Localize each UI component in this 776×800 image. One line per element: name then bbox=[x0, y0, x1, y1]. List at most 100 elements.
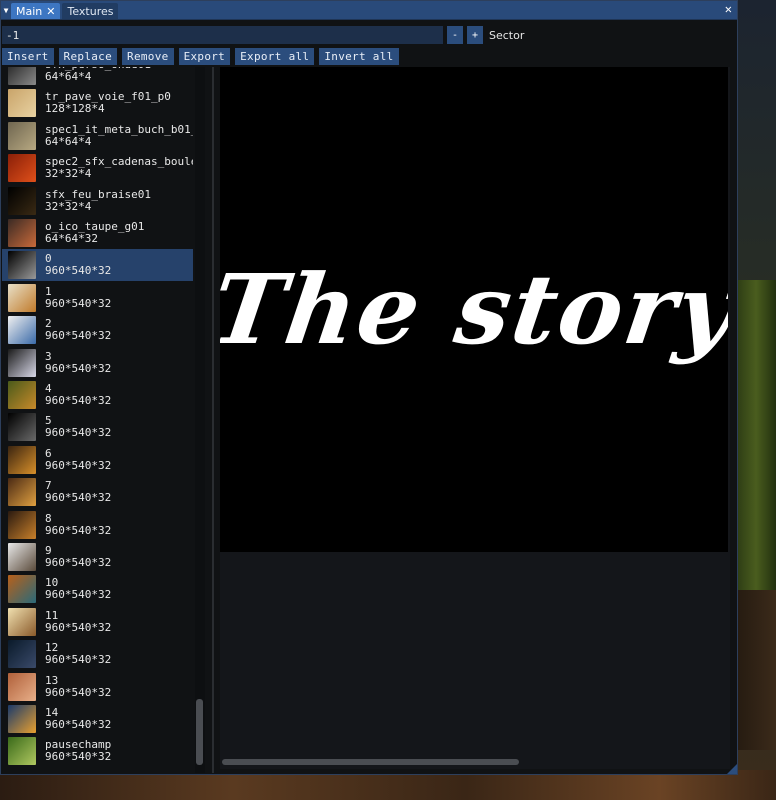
texture-list-item[interactable]: o_ico_taupe_g01 64*64*32 bbox=[2, 217, 193, 249]
texture-info: 11 960*540*32 bbox=[45, 610, 193, 634]
texture-list-item[interactable]: 10 960*540*32 bbox=[2, 573, 193, 605]
texture-info: 8 960*540*32 bbox=[45, 513, 193, 537]
background-bush bbox=[734, 590, 776, 750]
texture-info: 13 960*540*32 bbox=[45, 675, 193, 699]
title-bar: ▼ Main ✕ Textures ✕ bbox=[1, 1, 737, 20]
texture-thumbnail bbox=[8, 186, 36, 215]
texture-size: 960*540*32 bbox=[45, 394, 112, 407]
texture-list-item[interactable]: tr_pave_voie_f01_p0 128*128*4 bbox=[2, 87, 193, 119]
window-menu-icon[interactable]: ▼ bbox=[1, 1, 11, 19]
texture-name: 6 bbox=[45, 447, 52, 460]
texture-name: 3 bbox=[45, 350, 52, 363]
texture-thumbnail bbox=[8, 640, 36, 669]
texture-size: 960*540*32 bbox=[45, 556, 112, 569]
texture-size: 960*540*32 bbox=[45, 718, 112, 731]
texture-info: 9 960*540*32 bbox=[45, 545, 193, 569]
texture-list-item[interactable]: 6 960*540*32 bbox=[2, 444, 193, 476]
texture-name: 11 bbox=[45, 609, 59, 622]
texture-name: 8 bbox=[45, 512, 52, 525]
texture-list-scrollbar[interactable] bbox=[195, 67, 205, 773]
tab-main-label: Main bbox=[16, 4, 43, 18]
sector-input[interactable] bbox=[2, 26, 443, 44]
texture-info: 1 960*540*32 bbox=[45, 286, 193, 310]
texture-list-item[interactable]: pausechamp 960*540*32 bbox=[2, 735, 193, 767]
tab-textures[interactable]: Textures bbox=[62, 3, 119, 19]
texture-info: 6 960*540*32 bbox=[45, 448, 193, 472]
texture-thumbnail bbox=[8, 67, 36, 85]
export-all-button[interactable]: Export all bbox=[235, 48, 315, 65]
texture-list-item[interactable]: 4 960*540*32 bbox=[2, 379, 193, 411]
texture-info: 7 960*540*32 bbox=[45, 480, 193, 504]
texture-thumbnail bbox=[8, 575, 36, 604]
texture-size: 960*540*32 bbox=[45, 685, 112, 699]
texture-list: pausechamp 960*540*32 14 960*540*32 13 960*54… bbox=[2, 67, 205, 773]
texture-name: spec1_it_meta_buch_b01_p bbox=[45, 123, 193, 136]
texture-list-item[interactable]: 9 960*540*32 bbox=[2, 541, 193, 573]
texture-size: 960*540*32 bbox=[45, 361, 112, 375]
texture-thumbnail bbox=[8, 543, 36, 571]
texture-name: 1 bbox=[45, 285, 52, 298]
texture-list-item[interactable]: 5 960*540*32 bbox=[2, 411, 193, 443]
sector-increment-button[interactable]: + bbox=[467, 26, 483, 44]
texture-list-item[interactable]: 7 960*540*32 bbox=[2, 476, 193, 508]
texture-list-item[interactable]: 12 960*540*32 bbox=[2, 638, 193, 670]
export-button[interactable]: Export bbox=[178, 48, 231, 65]
texture-info: 12 960*540*32 bbox=[45, 642, 193, 666]
texture-name: sfx_feu_braise01 bbox=[45, 188, 151, 201]
sector-decrement-button[interactable]: - bbox=[447, 26, 463, 44]
invert-all-button[interactable]: Invert all bbox=[319, 48, 399, 65]
texture-list-item[interactable]: 13 960*540*32 bbox=[2, 671, 193, 703]
texture-list-item[interactable]: 3 960*540*32 bbox=[2, 347, 193, 379]
texture-list-item[interactable]: 11 960*540*32 bbox=[2, 606, 193, 638]
texture-list-scroll-thumb[interactable] bbox=[196, 699, 203, 765]
texture-thumbnail bbox=[8, 381, 36, 409]
panel-splitter[interactable] bbox=[212, 67, 214, 773]
texture-list-item[interactable]: spec2_sfx_cadenas_boule 32*32*4 bbox=[2, 152, 193, 184]
texture-list-item[interactable]: 8 960*540*32 bbox=[2, 509, 193, 541]
replace-button[interactable]: Replace bbox=[58, 48, 118, 65]
texture-thumbnail bbox=[8, 737, 36, 766]
texture-editor-window: ▼ Main ✕ Textures ✕ - + Sector Insert Re… bbox=[0, 0, 738, 775]
texture-info: 14 960*540*32 bbox=[45, 707, 193, 731]
sector-row: - + Sector bbox=[2, 26, 524, 44]
texture-info: 4 960*540*32 bbox=[45, 383, 193, 407]
texture-list-item[interactable]: spec1_it_meta_buch_b01_p 64*64*4 bbox=[2, 120, 193, 152]
texture-size: 960*540*32 bbox=[45, 264, 112, 278]
texture-list-item[interactable]: sfx_perso_onde0164*64*4 bbox=[2, 67, 193, 87]
close-tab-icon[interactable]: ✕ bbox=[46, 6, 55, 17]
texture-size: 960*540*32 bbox=[45, 491, 112, 505]
tab-textures-label: Textures bbox=[67, 4, 114, 18]
texture-thumbnail bbox=[8, 445, 36, 474]
preview-title-text: The story bbox=[220, 253, 728, 366]
insert-button[interactable]: Insert bbox=[2, 48, 54, 65]
texture-size: 64*64*4 bbox=[45, 70, 92, 83]
texture-list-item[interactable]: 1 960*540*32 bbox=[2, 282, 193, 314]
texture-info: 2 960*540*32 bbox=[45, 318, 193, 342]
texture-info: pausechamp 960*540*32 bbox=[45, 739, 193, 763]
texture-thumbnail bbox=[8, 705, 36, 733]
remove-button[interactable]: Remove bbox=[122, 48, 174, 65]
texture-info: o_ico_taupe_g01 64*64*32 bbox=[45, 221, 193, 245]
texture-size: 960*540*32 bbox=[45, 426, 112, 440]
texture-size: 960*540*32 bbox=[45, 329, 112, 343]
texture-thumbnail bbox=[8, 121, 36, 150]
texture-info: 0 960*540*32 bbox=[45, 253, 193, 277]
texture-preview-image: The story bbox=[220, 67, 728, 552]
texture-thumbnail bbox=[8, 154, 36, 183]
texture-size: 960*540*32 bbox=[45, 750, 112, 764]
texture-list-item[interactable]: 14 960*540*32 bbox=[2, 703, 193, 735]
resize-grip-icon[interactable] bbox=[727, 764, 737, 774]
texture-thumbnail bbox=[8, 89, 36, 118]
preview-horizontal-scrollbar[interactable] bbox=[222, 759, 519, 765]
close-window-icon[interactable]: ✕ bbox=[725, 2, 732, 16]
texture-info: sfx_perso_onde0164*64*4 bbox=[45, 67, 193, 83]
texture-list-item[interactable]: 0 960*540*32 bbox=[2, 249, 193, 282]
texture-info: 5 960*540*32 bbox=[45, 415, 193, 439]
texture-list-item[interactable]: sfx_feu_braise01 32*32*4 bbox=[2, 185, 193, 217]
tab-main[interactable]: Main ✕ bbox=[11, 3, 61, 19]
texture-name: 13 bbox=[45, 674, 59, 687]
texture-info: sfx_feu_braise01 32*32*4 bbox=[45, 189, 193, 213]
texture-list-item[interactable]: 2 960*540*32 bbox=[2, 314, 193, 346]
texture-thumbnail bbox=[8, 607, 36, 636]
texture-thumbnail bbox=[8, 283, 36, 312]
